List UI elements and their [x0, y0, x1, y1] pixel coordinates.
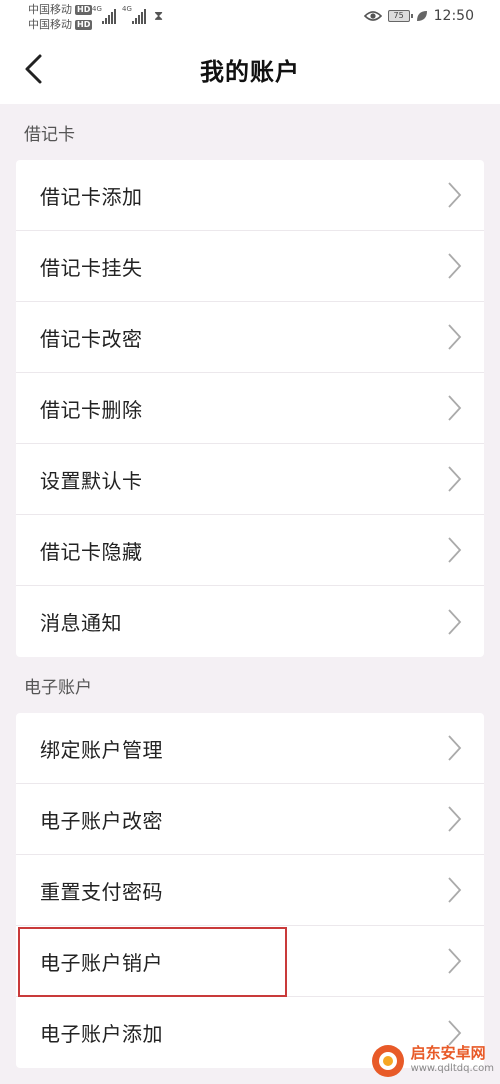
- chevron-right-icon: [448, 182, 462, 208]
- chevron-right-icon: [448, 537, 462, 563]
- chevron-right-icon: [448, 253, 462, 279]
- menu-item-reset-payment-password[interactable]: 重置支付密码: [16, 855, 484, 926]
- menu-item-label: 电子账户添加: [40, 1022, 163, 1046]
- section-label-e-account: 电子账户: [24, 677, 92, 698]
- status-right: 75 12:50: [363, 8, 474, 24]
- watermark-logo-icon: [371, 1045, 404, 1077]
- menu-item-label: 借记卡隐藏: [40, 539, 143, 564]
- chevron-right-icon: [448, 877, 462, 903]
- leaf-icon: [416, 11, 427, 21]
- status-time: 12:50: [433, 8, 474, 24]
- e-account-group: 绑定账户管理 电子账户改密 重置支付密码 电子账户销户 电子账户添加: [16, 713, 484, 1068]
- chevron-right-icon: [448, 806, 462, 832]
- menu-item-label: 借记卡删除: [40, 397, 143, 422]
- chevron-right-icon: [448, 466, 462, 492]
- signal-indicators: 4G 4G ⧗: [92, 5, 164, 24]
- carrier-name-1: 中国移动: [28, 3, 72, 16]
- menu-item-set-default-card[interactable]: 设置默认卡: [16, 444, 484, 515]
- menu-item-e-account-change-password[interactable]: 电子账户改密: [16, 784, 484, 855]
- page-title: 我的账户: [200, 57, 300, 86]
- watermark-name: 启东安卓网: [410, 1044, 486, 1062]
- network-type-2: 4G: [122, 5, 132, 13]
- menu-item-e-account-close[interactable]: 电子账户销户: [16, 926, 484, 997]
- menu-item-debit-card-change-password[interactable]: 借记卡改密: [16, 302, 484, 373]
- hourglass-icon: ⧗: [154, 9, 164, 24]
- watermark-url: www.qdltdq.com: [410, 1063, 494, 1074]
- chevron-right-icon: [448, 735, 462, 761]
- menu-item-label: 借记卡改密: [40, 326, 143, 351]
- menu-item-bound-account-management[interactable]: 绑定账户管理: [16, 713, 484, 784]
- menu-item-debit-card-add[interactable]: 借记卡添加: [16, 160, 484, 231]
- eye-icon: [363, 11, 382, 21]
- network-type-1: 4G: [92, 5, 102, 13]
- watermark: 启东安卓网 www.qdltdq.com: [371, 1044, 494, 1078]
- menu-item-label: 重置支付密码: [40, 879, 163, 904]
- back-button[interactable]: [18, 52, 52, 86]
- hd-badge-2: HD: [75, 19, 93, 30]
- menu-item-debit-card-report-loss[interactable]: 借记卡挂失: [16, 231, 484, 302]
- chevron-right-icon: [448, 324, 462, 350]
- hd-badge-1: HD: [75, 4, 93, 15]
- menu-item-label: 借记卡挂失: [40, 255, 143, 280]
- carrier-info: 中国移动 HD 中国移动 HD: [28, 2, 93, 32]
- chevron-right-icon: [448, 608, 462, 635]
- menu-item-debit-card-hide[interactable]: 借记卡隐藏: [16, 515, 484, 586]
- signal-icon-1: 4G: [92, 5, 116, 24]
- status-bar: 中国移动 HD 中国移动 HD 4G 4G ⧗ 75 12:50: [0, 0, 500, 34]
- menu-item-message-notification[interactable]: 消息通知: [16, 586, 484, 657]
- nav-header: 我的账户: [0, 34, 500, 104]
- menu-item-label: 消息通知: [40, 611, 122, 635]
- section-label-debit-card: 借记卡: [24, 124, 75, 145]
- menu-item-debit-card-delete[interactable]: 借记卡删除: [16, 373, 484, 444]
- chevron-right-icon: [448, 948, 462, 974]
- chevron-right-icon: [448, 395, 462, 421]
- menu-item-label: 绑定账户管理: [40, 737, 163, 762]
- menu-item-label: 设置默认卡: [40, 468, 143, 493]
- signal-icon-2: 4G: [122, 5, 146, 24]
- carrier-name-2: 中国移动: [28, 18, 72, 31]
- chevron-right-icon: [448, 1019, 462, 1046]
- menu-item-label: 电子账户销户: [40, 950, 163, 975]
- debit-card-group: 借记卡添加 借记卡挂失 借记卡改密 借记卡删除 设置默认卡 借记卡隐藏 消息通知: [16, 160, 484, 657]
- menu-item-label: 借记卡添加: [40, 184, 143, 209]
- battery-icon: 75: [387, 10, 413, 22]
- menu-item-label: 电子账户改密: [40, 808, 163, 833]
